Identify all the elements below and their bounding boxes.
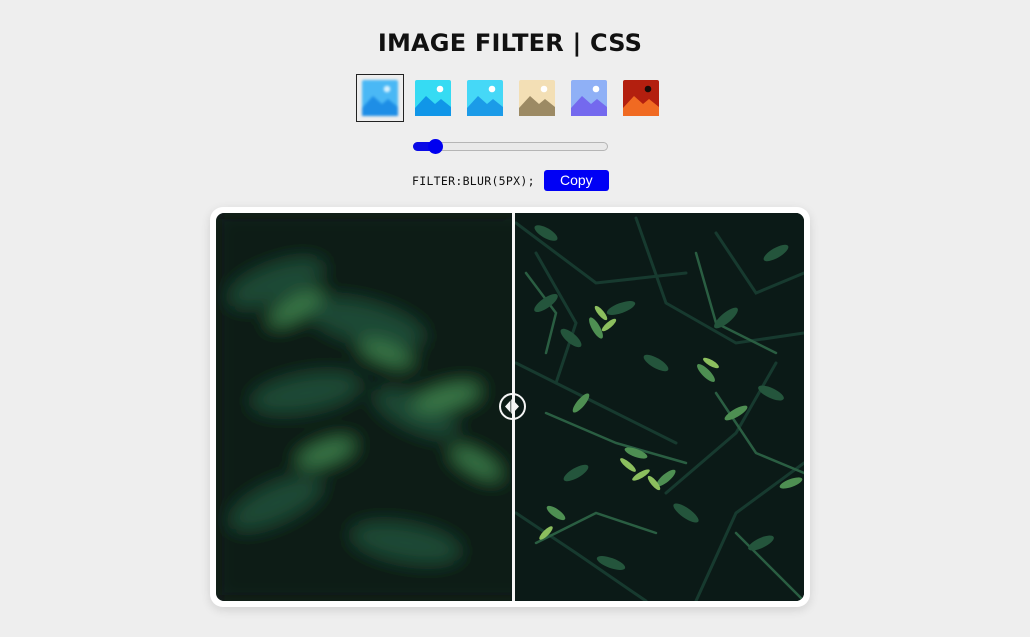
filter-preset-blur[interactable]: [356, 74, 404, 122]
arrows-horizontal-icon: [505, 399, 519, 413]
css-output-row: FILTER:BLUR(5PX); Copy: [412, 170, 609, 191]
image-filter-app: IMAGE FILTER | CSS FILTER:BLUR(5PX); Cop…: [0, 0, 1030, 637]
copy-button[interactable]: Copy: [543, 170, 609, 191]
filter-preset-4[interactable]: [513, 74, 561, 122]
filter-preset-list: [356, 74, 676, 122]
image-icon: [415, 80, 451, 116]
filter-preset-3[interactable]: [461, 74, 509, 122]
blur-slider[interactable]: [413, 138, 608, 154]
css-code-text: FILTER:BLUR(5PX);: [412, 173, 535, 188]
image-icon: [467, 80, 503, 116]
slider-thumb[interactable]: [428, 139, 444, 154]
image-compare-view[interactable]: [216, 213, 804, 601]
filter-preset-2[interactable]: [409, 74, 457, 122]
compare-handle[interactable]: [499, 393, 526, 420]
page-title: IMAGE FILTER | CSS: [377, 29, 643, 57]
image-icon: [519, 80, 555, 116]
image-compare-frame: [210, 207, 810, 607]
filter-preset-5[interactable]: [565, 74, 613, 122]
image-icon: [362, 80, 398, 116]
filter-preset-6[interactable]: [617, 74, 665, 122]
image-icon: [623, 80, 659, 116]
image-icon: [571, 80, 607, 116]
